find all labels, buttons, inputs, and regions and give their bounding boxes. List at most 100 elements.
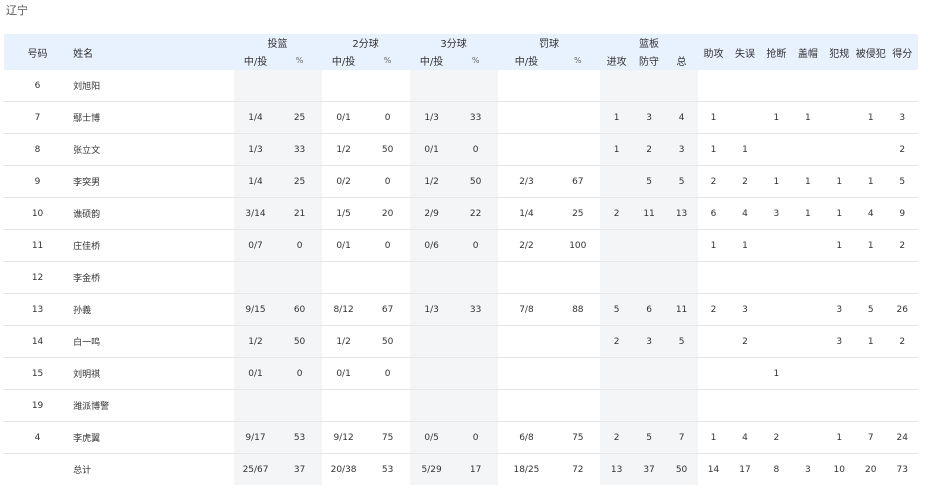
cell-fg: 9/15 [233,293,278,326]
cell-twop: 75 [365,421,410,454]
cell-def [632,261,666,294]
table-row: 总计 25/67 37 20/38 53 5/29 17 18/25 72 13 37 50 14 17 8… [4,453,918,485]
cell-blk [792,357,824,390]
header-two-pct: % [365,50,410,70]
header-tov: 失误 [729,34,761,70]
cell-ftp: 100 [555,229,601,262]
cell-two: 1/2 [321,325,366,358]
cell-ft: 6/8 [497,421,556,454]
cell-num: 14 [4,325,72,358]
cell-fg: 1/4 [233,101,278,134]
cell-fd [855,133,887,166]
header-ft-made-att: 中/投 [497,50,556,70]
cell-name: 总计 [73,466,92,476]
cell-blk [792,261,824,294]
header-fd: 被侵犯 [855,34,887,70]
cell-twop: 0 [365,229,410,262]
cell-ftp [555,389,601,422]
cell-three [409,325,454,358]
cell-ft: 18/25 [497,453,556,485]
cell-ftp [555,261,601,294]
cell-fgp: 0 [277,229,322,262]
cell-blk: 3 [804,464,811,475]
cell-stl: 2 [760,421,793,454]
cell-twop: 0 [365,101,410,134]
table-row: 9 李突男 1/4 25 0/2 0 1/2 50 2/3 67 5 5 2 2 1 1 1 1 5 [4,165,918,198]
cell-num: 8 [4,133,72,166]
cell-fd: 1 [855,325,887,358]
cell-fg: 0/7 [233,229,278,262]
header-three-made-att: 中/投 [409,50,454,70]
header-fg-pct: % [277,50,322,70]
cell-fg: 1/4 [233,165,278,198]
cell-threep: 17 [453,453,498,485]
cell-stl: 1 [760,165,793,198]
cell-threep: 33 [453,293,498,326]
cell-pf [823,357,855,390]
cell-def: 3 [632,325,666,358]
cell-pts: 26 [886,293,918,326]
cell-two: 0/1 [321,357,366,390]
cell-threep [453,389,498,422]
header-fg: 投篮 [233,34,322,50]
cell-fd: 1 [855,101,887,134]
cell-three: 1/2 [409,165,454,198]
cell-twop: 20 [365,197,410,230]
cell-two: 20/38 [321,453,366,485]
cell-two [321,261,366,294]
cell-twop: 53 [365,453,410,485]
cell-ft [497,70,556,102]
cell-pf: 1 [823,197,855,230]
header-ast: 助攻 [697,34,730,70]
cell-ft: 2/2 [497,229,556,262]
cell-tot: 3 [665,133,698,166]
cell-threep [453,261,498,294]
header-ft-pct: % [555,50,601,70]
cell-threep: 0 [453,421,498,454]
cell-ast [697,389,730,422]
cell-ftp: 72 [555,453,601,485]
cell-ft [497,357,556,390]
cell-three: 1/3 [409,101,454,134]
header-two: 2分球 [321,34,410,50]
cell-fgp [277,261,322,294]
cell-name: 李虎翼 [71,421,234,454]
cell-two: 0/2 [321,165,366,198]
cell-fd: 4 [855,197,887,230]
cell-ft: 2/3 [497,165,556,198]
cell-twop [365,261,410,294]
cell-blk [792,133,824,166]
cell-num: 13 [4,293,72,326]
header-stl: 抢断 [760,34,793,70]
cell-num: 10 [4,197,72,230]
cell-ast: 2 [697,293,730,326]
header-ft: 罚球 [497,34,601,50]
header-reb: 篮板 [600,34,698,50]
cell-fg: 0/1 [233,357,278,390]
cell-fd: 7 [855,421,887,454]
cell-def: 5 [632,421,666,454]
cell-stl [760,133,793,166]
cell-tot: 4 [665,101,698,134]
cell-pts: 2 [886,229,918,262]
cell-def: 11 [632,197,666,230]
cell-two: 1/5 [321,197,366,230]
cell-twop: 67 [365,293,410,326]
cell-def: 3 [632,101,666,134]
cell-fgp: 0 [277,357,322,390]
cell-ftp: 75 [555,421,601,454]
cell-fd [855,261,887,294]
cell-ast: 1 [697,133,730,166]
cell-fd: 1 [855,229,887,262]
cell-off: 5 [600,293,633,326]
cell-pts [886,389,918,422]
cell-fd: 20 [864,464,877,475]
header-three-pct: % [453,50,498,70]
cell-pf [823,389,855,422]
cell-name: 李金桥 [71,261,234,294]
cell-ast: 1 [697,101,730,134]
cell-stl [760,261,793,294]
cell-twop [365,70,410,102]
cell-ftp [555,70,601,102]
cell-off: 2 [600,325,633,358]
